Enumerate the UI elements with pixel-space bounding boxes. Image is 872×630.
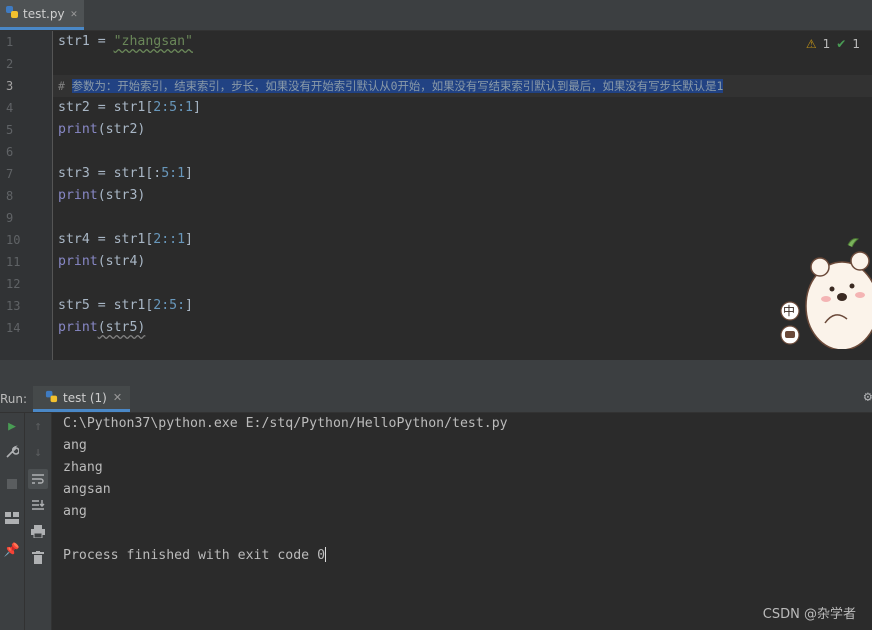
line-number: 14 <box>6 321 21 335</box>
code-editor[interactable]: 1 2 3 4 5 6 7 8 9 10 11 12 13 14 str1 = … <box>0 31 872 360</box>
line-number: 7 <box>6 167 14 181</box>
line-number: 12 <box>6 277 21 291</box>
stop-icon[interactable] <box>2 474 22 494</box>
line-number: 1 <box>6 35 14 49</box>
run-label: Run: <box>0 392 28 406</box>
file-tab-label: test.py <box>23 6 65 21</box>
trash-icon[interactable] <box>28 547 48 567</box>
editor-tab-bar: test.py ✕ <box>0 0 872 31</box>
selected-comment-text: 参数为：开始索引，结束索引，步长，如果没有开始索引默认从0开始，如果没有写结束索… <box>71 79 724 93</box>
panel-separator[interactable] <box>0 360 872 386</box>
layout-icon[interactable] <box>2 508 22 528</box>
check-count: 1 <box>852 37 860 51</box>
code-line: print(str2) <box>58 122 146 137</box>
check-icon: ✔ <box>836 37 847 51</box>
run-tab-test-1[interactable]: test (1) ✕ <box>33 386 130 412</box>
python-run-icon <box>45 388 58 407</box>
line-number: 11 <box>6 255 21 269</box>
warning-count: 1 <box>822 37 831 51</box>
console-output-line: angsan <box>63 482 111 497</box>
line-number: 8 <box>6 189 14 203</box>
exit-message: Process finished with exit code 0 <box>63 548 326 563</box>
line-number: 5 <box>6 123 14 137</box>
wrench-icon[interactable] <box>2 442 22 462</box>
scroll-to-end-icon[interactable] <box>28 495 48 515</box>
file-tab-test-py[interactable]: test.py ✕ <box>0 0 84 30</box>
run-console-output[interactable]: C:\Python37\python.exe E:/stq/Python/Hel… <box>52 413 872 630</box>
code-line: str1 = "zhangsan" <box>58 34 193 49</box>
line-number: 9 <box>6 211 14 225</box>
line-number: 3 <box>6 79 14 93</box>
run-tab-label: test (1) <box>63 390 107 405</box>
run-toolbar-secondary: ↑ ↓ <box>25 413 52 630</box>
python-file-icon <box>5 4 19 23</box>
code-line: str4 = str1[2::1] <box>58 232 193 247</box>
line-number-gutter: 1 2 3 4 5 6 7 8 9 10 11 12 13 14 <box>0 31 53 360</box>
code-line: print(str4) <box>58 254 146 269</box>
line-number: 4 <box>6 101 14 115</box>
watermark: CSDN @杂学者 <box>762 607 856 622</box>
console-output-line: ang <box>63 438 87 453</box>
line-number: 6 <box>6 145 14 159</box>
line-number: 13 <box>6 299 21 313</box>
code-line: print(str3) <box>58 188 146 203</box>
rerun-icon[interactable]: ▶ <box>2 416 22 436</box>
inspection-widget[interactable]: ⚠ 1 ✔ 1 <box>806 37 860 51</box>
close-icon[interactable]: ✕ <box>71 7 78 20</box>
code-line: str2 = str1[2:5:1] <box>58 100 201 115</box>
mascot-badge-text: 中 <box>783 304 796 318</box>
text-cursor <box>325 547 327 562</box>
run-toolbar-primary: ▶ 📌 <box>0 413 25 630</box>
console-output-line: zhang <box>63 460 103 475</box>
console-output-line: ang <box>63 504 87 519</box>
soft-wrap-icon[interactable] <box>28 469 48 489</box>
gear-icon[interactable]: ⚙ <box>864 389 872 405</box>
code-line-comment: # 参数为：开始索引，结束索引，步长，如果没有开始索引默认从0开始，如果没有写结… <box>58 79 724 93</box>
pin-icon[interactable]: 📌 <box>2 540 22 560</box>
warning-icon: ⚠ <box>805 37 817 51</box>
mascot-sticker-image: 中 <box>780 231 872 351</box>
down-arrow-icon[interactable]: ↓ <box>28 442 48 462</box>
console-command-line: C:\Python37\python.exe E:/stq/Python/Hel… <box>63 416 508 431</box>
code-line: str5 = str1[2:5:] <box>58 298 193 313</box>
line-number: 10 <box>6 233 21 247</box>
line-number: 2 <box>6 57 14 71</box>
up-arrow-icon[interactable]: ↑ <box>28 416 48 436</box>
run-tool-window-header: Run: test (1) ✕ ⚙ <box>0 386 872 413</box>
close-icon[interactable]: ✕ <box>113 391 122 404</box>
code-line: str3 = str1[:5:1] <box>58 166 193 181</box>
console-exit-line: Process finished with exit code 0 <box>63 545 327 567</box>
print-icon[interactable] <box>28 521 48 541</box>
code-line: print(str5) <box>58 320 146 335</box>
